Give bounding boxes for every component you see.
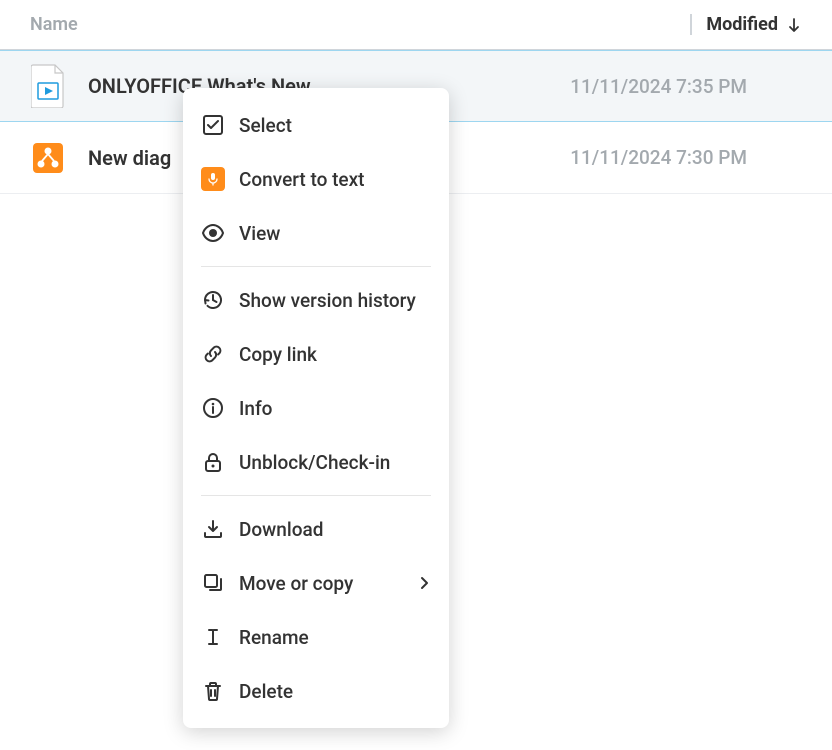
menu-label: Select bbox=[239, 114, 431, 137]
chevron-right-icon bbox=[417, 576, 431, 590]
menu-item-delete[interactable]: Delete bbox=[183, 664, 449, 718]
menu-label: Unblock/Check-in bbox=[239, 451, 431, 474]
eye-icon bbox=[201, 221, 225, 245]
info-icon bbox=[201, 396, 225, 420]
menu-label: Rename bbox=[239, 626, 431, 649]
history-icon bbox=[201, 288, 225, 312]
menu-label: Delete bbox=[239, 680, 431, 703]
trash-icon bbox=[201, 679, 225, 703]
menu-item-copy-link[interactable]: Copy link bbox=[183, 327, 449, 381]
menu-item-download[interactable]: Download bbox=[183, 502, 449, 556]
download-icon bbox=[201, 517, 225, 541]
link-icon bbox=[201, 342, 225, 366]
menu-divider bbox=[201, 495, 431, 496]
menu-item-history[interactable]: Show version history bbox=[183, 273, 449, 327]
menu-label: Show version history bbox=[239, 289, 431, 312]
menu-label: Move or copy bbox=[239, 572, 417, 595]
lock-icon bbox=[201, 450, 225, 474]
context-menu: Select Convert to text View bbox=[183, 88, 449, 728]
file-modified-date: 11/11/2024 7:35 PM bbox=[570, 75, 802, 98]
menu-item-select[interactable]: Select bbox=[183, 98, 449, 152]
menu-item-move-copy[interactable]: Move or copy bbox=[183, 556, 449, 610]
text-cursor-icon bbox=[201, 625, 225, 649]
file-modified-date: 11/11/2024 7:30 PM bbox=[570, 146, 802, 169]
copy-icon bbox=[201, 571, 225, 595]
column-modified-label: Modified bbox=[706, 14, 778, 35]
menu-label: Convert to text bbox=[239, 168, 431, 191]
menu-label: Copy link bbox=[239, 343, 431, 366]
menu-item-info[interactable]: Info bbox=[183, 381, 449, 435]
video-file-icon bbox=[30, 64, 66, 108]
menu-item-unblock[interactable]: Unblock/Check-in bbox=[183, 435, 449, 489]
menu-item-view[interactable]: View bbox=[183, 206, 449, 260]
sort-down-icon bbox=[786, 17, 802, 33]
menu-label: View bbox=[239, 222, 431, 245]
column-header-modified[interactable]: Modified bbox=[690, 14, 802, 35]
select-icon bbox=[201, 113, 225, 137]
menu-divider bbox=[201, 266, 431, 267]
menu-label: Download bbox=[239, 518, 431, 541]
convert-to-text-icon bbox=[201, 167, 225, 191]
menu-item-convert[interactable]: Convert to text bbox=[183, 152, 449, 206]
file-list-header: Name Modified bbox=[0, 0, 832, 50]
menu-label: Info bbox=[239, 397, 431, 420]
diagram-file-icon bbox=[30, 136, 66, 180]
column-header-name[interactable]: Name bbox=[30, 14, 690, 35]
menu-item-rename[interactable]: Rename bbox=[183, 610, 449, 664]
